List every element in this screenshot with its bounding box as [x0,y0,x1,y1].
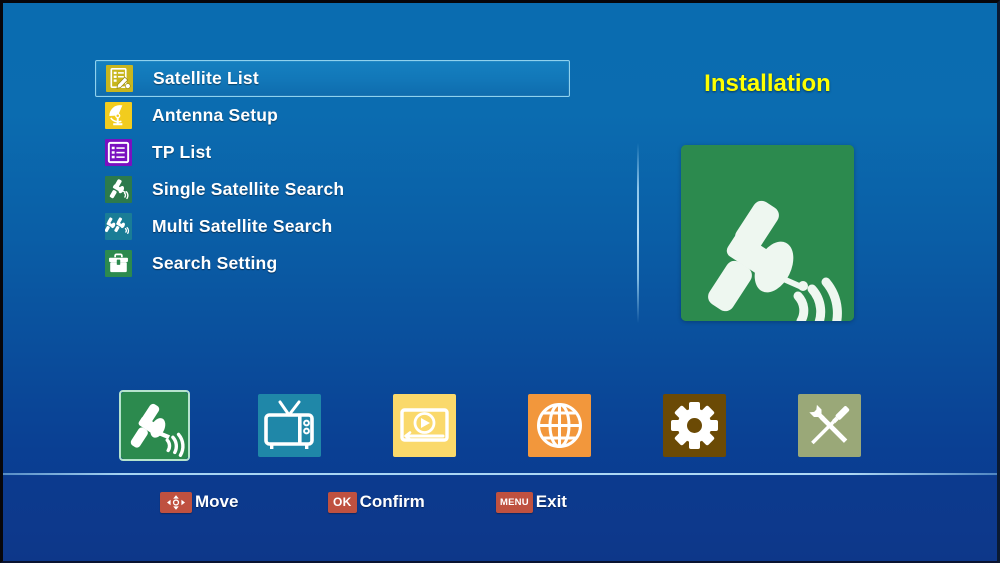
globe-network-icon [528,393,591,457]
hint-move: Move [160,490,238,514]
category-network[interactable] [492,380,627,470]
category-installation[interactable] [87,380,222,470]
multi-satellite-search-icon [104,213,132,240]
menu-item-label: TP List [152,142,212,162]
television-icon [258,393,321,457]
helpbar-separator [3,473,997,475]
category-tools[interactable] [762,380,897,470]
hint-exit: MENU Exit [496,490,567,514]
panel-divider [637,143,639,323]
menu-item-label: Single Satellite Search [152,179,345,199]
menu-item-label: Search Setting [152,253,278,273]
gear-settings-icon [663,393,726,457]
menu-item-tp-list[interactable]: TP List [95,134,570,171]
hint-confirm: OK Confirm [328,490,425,514]
menu-key-badge: MENU [496,491,533,513]
search-setting-toolbox-icon [105,250,132,277]
transponder-list-icon [105,139,132,166]
menu-item-search-setting[interactable]: Search Setting [95,245,570,282]
menu-item-label: Antenna Setup [152,105,279,125]
single-satellite-search-icon [105,176,132,203]
menu-item-label: Satellite List [153,68,259,88]
category-system-setup[interactable] [627,380,762,470]
hint-label: Confirm [359,492,425,511]
hint-label: Exit [535,492,567,511]
menu-item-single-satellite-search[interactable]: Single Satellite Search [95,171,570,208]
installation-menu-list: Satellite List Antenna Setup TP List Sin… [95,60,570,282]
tv-settings-screen: Satellite List Antenna Setup TP List Sin… [0,0,1000,563]
installation-preview-tile [681,145,854,321]
hint-label: Move [195,492,239,511]
wrench-tools-icon [798,393,861,457]
menu-item-satellite-list[interactable]: Satellite List [95,60,570,97]
help-bar: Move OK Confirm MENU Exit [0,476,1000,561]
installation-satellite-icon [681,145,854,321]
satellite-list-icon [106,65,133,92]
satellite-dish-icon [119,389,190,461]
page-title: Installation [704,70,831,97]
ok-key-badge: OK [328,491,357,513]
navigation-pad-icon [160,491,192,513]
menu-item-label: Multi Satellite Search [152,216,333,236]
category-channel[interactable] [222,380,357,470]
antenna-dish-icon [105,102,132,129]
menu-item-multi-satellite-search[interactable]: Multi Satellite Search [95,208,570,245]
media-player-icon [393,393,456,457]
main-category-bar [0,380,1000,470]
menu-item-antenna-setup[interactable]: Antenna Setup [95,97,570,134]
category-media[interactable] [357,380,492,470]
